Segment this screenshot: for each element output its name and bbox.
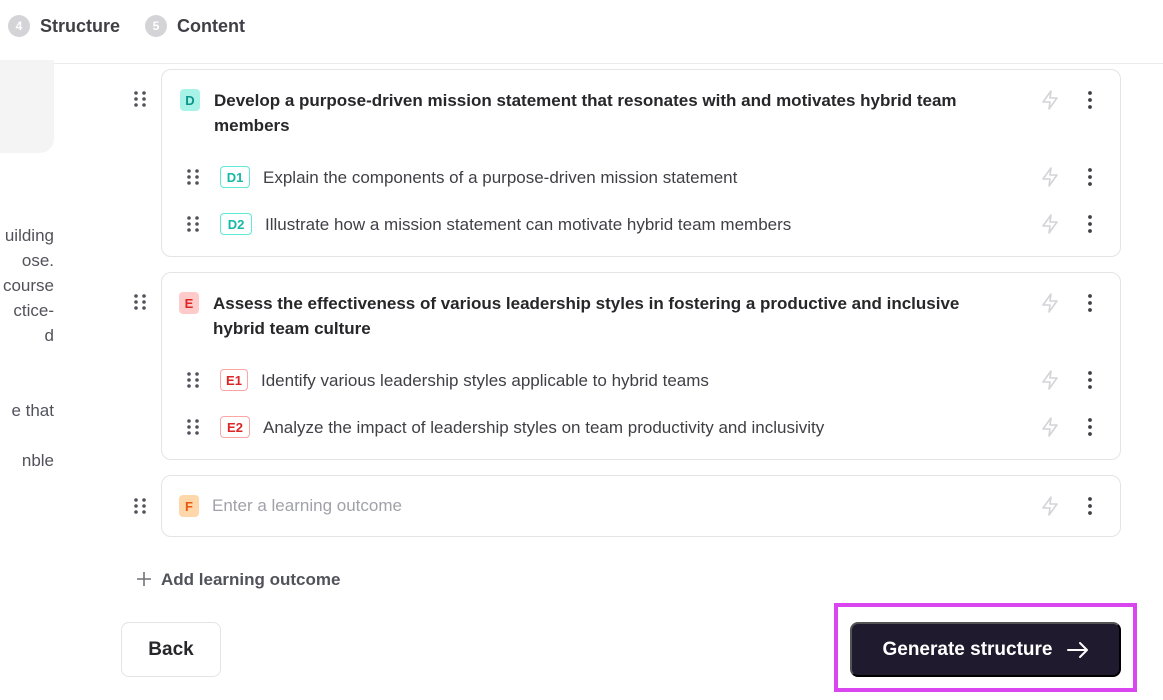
drag-handle-icon[interactable] [186,168,200,186]
left-info-card [0,60,54,153]
outcome-title[interactable]: Develop a purpose-driven mission stateme… [214,88,1014,138]
text-line: e that [11,401,54,420]
sub-outcome-badge: E2 [220,416,250,438]
more-options-icon[interactable] [1086,293,1094,313]
sub-outcome-text[interactable]: Illustrate how a mission statement can m… [265,213,791,237]
step-number: 4 [8,15,30,37]
outcome-title[interactable]: Assess the effectiveness of various lead… [213,291,1013,341]
plus-icon [136,570,154,590]
arrow-right-icon [1066,641,1089,659]
left-description-text: uilding ose. course ctice- d e that nble [0,223,54,473]
text-line: ctice- [13,301,54,320]
more-options-icon[interactable] [1086,417,1094,437]
sub-outcome-badge: D1 [220,166,250,188]
generate-lightning-icon[interactable] [1041,293,1059,313]
text-line: ose. [21,251,54,270]
more-options-icon[interactable] [1086,167,1094,187]
generate-lightning-icon[interactable] [1041,167,1059,187]
more-options-icon[interactable] [1086,496,1094,516]
learning-outcome-card-f: F Enter a learning outcome [161,475,1121,537]
text-line [0,423,54,448]
back-button[interactable]: Back [121,622,221,677]
drag-handle-icon[interactable] [133,293,147,311]
add-learning-outcome-button[interactable]: Add learning outcome [136,568,340,592]
generate-lightning-icon[interactable] [1041,417,1059,437]
step-label: Content [177,15,245,36]
more-options-icon[interactable] [1086,370,1094,390]
text-line [0,348,54,373]
step-label: Structure [40,15,121,36]
learning-outcome-card-d: D Develop a purpose-driven mission state… [161,69,1121,257]
text-line: nble [21,451,54,470]
text-line: uilding [4,226,54,245]
generate-lightning-icon[interactable] [1041,90,1059,110]
more-options-icon[interactable] [1086,90,1094,110]
drag-handle-icon[interactable] [133,497,147,515]
outcome-badge: E [179,292,199,314]
drag-handle-icon[interactable] [186,215,200,233]
sub-outcome-badge: D2 [220,213,252,235]
outcome-badge: F [179,495,199,517]
drag-handle-icon[interactable] [186,371,200,389]
sub-outcome-text[interactable]: Explain the components of a purpose-driv… [263,166,737,190]
more-options-icon[interactable] [1086,214,1094,234]
sub-outcome-text[interactable]: Identify various leadership styles appli… [261,369,709,393]
drag-handle-icon[interactable] [133,90,147,108]
add-learning-outcome-label: Add learning outcome [161,570,341,589]
sub-outcome-badge: E1 [220,369,248,391]
generate-lightning-icon[interactable] [1041,496,1059,516]
generate-lightning-icon[interactable] [1041,214,1059,234]
outcome-badge: D [180,89,200,111]
sub-outcome-text[interactable]: Analyze the impact of leadership styles … [263,416,824,440]
generate-structure-button[interactable]: Generate structure [850,622,1121,677]
outcome-input[interactable]: Enter a learning outcome [212,496,402,516]
generate-structure-label: Generate structure [882,638,1053,660]
learning-outcome-card-e: E Assess the effectiveness of various le… [161,272,1121,460]
text-line: course [2,276,54,295]
step-number: 5 [145,15,167,37]
step-content[interactable]: 5 Content [145,14,245,38]
text-line: d [44,326,54,345]
drag-handle-icon[interactable] [186,418,200,436]
text-line [0,373,54,398]
stepper: 4 Structure 5 Content [0,0,1163,64]
step-structure[interactable]: 4 Structure [8,14,120,38]
generate-lightning-icon[interactable] [1041,370,1059,390]
